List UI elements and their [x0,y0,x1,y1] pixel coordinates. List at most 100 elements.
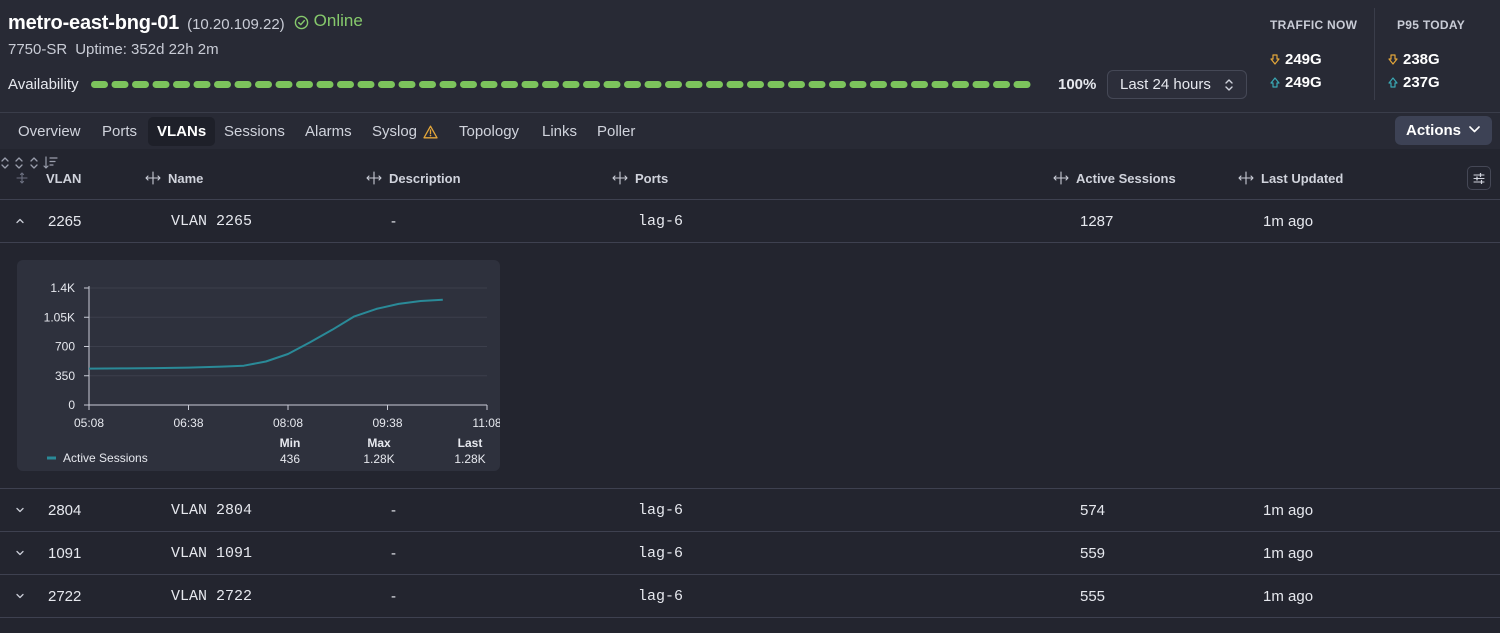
column-header-description[interactable]: Description [366,156,461,200]
drag-handle-icon[interactable] [16,172,28,184]
traffic-now-in-value: 249G [1285,51,1322,68]
cell-ports[interactable]: lag-6 [638,575,683,618]
cell-description: - [391,213,396,230]
drag-handle-icon[interactable] [145,171,161,185]
availability-segment [214,81,231,88]
tab-label: Topology [459,123,520,140]
column-header-vlan[interactable]: VLAN [16,156,81,200]
active-sessions-chart-card: 0 350 700 1.05K 1.4K 05:08 06:38 08:08 09:38 11:0… [17,260,502,471]
cell-ports[interactable]: lag-6 [638,532,683,575]
table-row[interactable]: 2265 VLAN 2265 - lag-6 1287 1m ago [0,200,1500,243]
stat-value: 1.28K [454,452,485,466]
legend-label: Active Sessions [63,451,148,465]
cell-vlan: 2722 [48,588,82,605]
sliders-icon [1473,172,1485,184]
availability-segment [357,81,375,88]
drag-handle-icon[interactable] [366,171,382,185]
x-tick-label: 05:08 [74,416,104,430]
column-header-last-updated[interactable]: Last Updated [1238,156,1343,200]
availability-segment [111,81,129,88]
cell-vlan: 2804 [48,502,82,519]
cell-last-updated: 1m ago [1263,502,1314,519]
arrow-in-icon [1388,54,1398,65]
availability-segment [931,81,949,88]
tab-overview[interactable]: Overview [9,117,90,146]
device-header: metro-east-bng-01 (10.20.109.22) Online … [0,0,1500,113]
device-subtitle: 7750-SR Uptime: 352d 22h 2m [8,41,219,58]
column-settings-button[interactable] [1467,166,1491,190]
actions-button[interactable]: Actions [1395,116,1492,145]
availability-segment [296,81,313,88]
cell-ports[interactable]: lag-6 [638,200,683,243]
tab-ports[interactable]: Ports [93,117,146,146]
table-row[interactable]: 2722 VLAN 2722 - lag-6 555 1m ago [0,575,1500,618]
chevron-down-icon[interactable] [15,505,25,515]
table-row[interactable]: 2804 VLAN 2804 - lag-6 574 1m ago [0,489,1500,532]
chevron-down-icon[interactable] [15,548,25,558]
column-label: Description [389,170,461,186]
availability-segment [788,81,805,88]
column-label: VLAN [46,170,82,186]
availability-segment [521,81,539,88]
drag-handle-icon[interactable] [612,171,628,185]
availability-segment [767,81,785,88]
cell-name: VLAN 2722 [171,588,253,605]
drag-handle-icon[interactable] [1238,171,1254,185]
tab-syslog[interactable]: Syslog [363,117,447,146]
y-tick-label: 350 [55,369,75,383]
cell-name: VLAN 1091 [171,545,253,562]
x-tick-label: 06:38 [173,416,203,430]
availability-segment [726,81,744,88]
chevron-down-icon [1469,126,1480,133]
availability-segment [152,81,170,88]
cell-name: VLAN 2804 [171,502,253,519]
availability-segment [583,81,600,88]
y-tick-label: 0 [68,398,75,412]
sort-icon[interactable] [0,156,10,170]
chevron-up-down-icon [1225,79,1233,91]
cell-ports[interactable]: lag-6 [638,489,683,532]
cell-vlan: 1091 [48,545,82,562]
cell-active-sessions: 559 [1080,545,1106,562]
device-model: 7750-SR [8,41,68,58]
chevron-down-icon[interactable] [15,591,25,601]
traffic-now-out: 249G [1270,74,1322,91]
chevron-up-icon[interactable] [15,216,25,226]
traffic-now-label: TRAFFIC NOW [1270,18,1358,32]
column-header-ports[interactable]: Ports [612,156,668,200]
cell-active-sessions: 555 [1080,588,1106,605]
availability-segment [337,81,354,88]
column-header-name[interactable]: Name [145,156,203,200]
status-badge: Online [294,11,363,31]
cell-active-sessions: 1287 [1080,213,1114,230]
warning-icon [423,125,438,138]
table-row[interactable]: 1091 VLAN 1091 - lag-6 559 1m ago [0,532,1500,575]
tab-vlans[interactable]: VLANs [148,117,216,146]
active-sessions-chart: 0 350 700 1.05K 1.4K 05:08 06:38 08:08 09:38 11:0… [44,281,502,466]
p95-today-label: P95 TODAY [1397,18,1466,32]
availability-segment [91,81,108,88]
traffic-now-out-value: 249G [1285,74,1322,91]
tab-topology[interactable]: Topology [450,117,528,146]
availability-segment [234,81,252,88]
tab-poller[interactable]: Poller [588,117,644,146]
availability-segment [398,81,416,88]
tab-alarms[interactable]: Alarms [296,117,361,146]
availability-segment [173,81,190,88]
drag-handle-icon[interactable] [1053,171,1069,185]
tab-links[interactable]: Links [533,117,586,146]
availability-label: Availability [8,76,79,93]
column-header-active-sessions[interactable]: Active Sessions [1053,156,1176,200]
tab-sessions[interactable]: Sessions [215,117,294,146]
cell-vlan: 2265 [48,213,82,230]
availability-percent: 100% [1058,76,1097,93]
y-tick-label: 1.4K [50,281,75,295]
device-title: metro-east-bng-01 (10.20.109.22) Online [8,11,363,35]
stat-value: 1.28K [363,452,394,466]
availability-segment [849,81,867,88]
stat-label: Min [280,436,301,450]
stat-label: Max [367,436,391,450]
column-label: Last Updated [1261,170,1344,186]
availability-segment [890,81,908,88]
time-range-select[interactable]: Last 24 hours [1107,70,1247,99]
